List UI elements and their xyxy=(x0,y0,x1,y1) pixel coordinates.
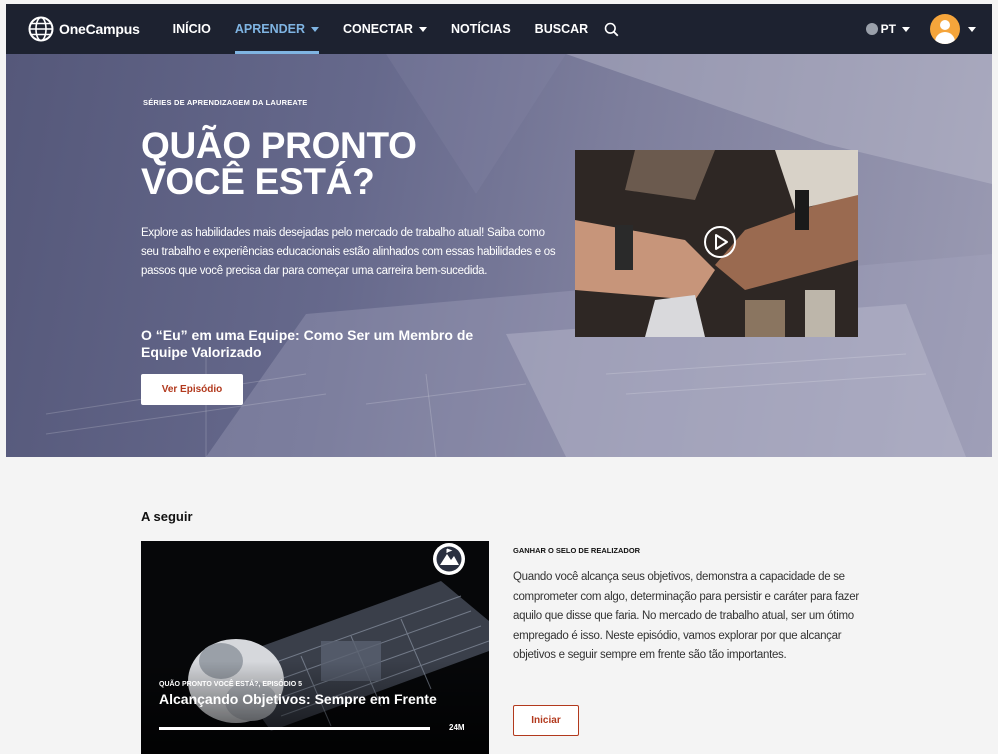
user-menu[interactable] xyxy=(930,14,976,44)
chevron-down-icon xyxy=(968,26,976,32)
nav-item-label: CONECTAR xyxy=(343,22,413,36)
chevron-down-icon xyxy=(418,26,427,32)
achiever-badge-icon xyxy=(433,543,465,575)
hero-description: Explore as habilidades mais desejadas pe… xyxy=(141,227,556,277)
language-label: PT xyxy=(880,22,896,36)
card-eyebrow: QUÃO PRONTO VOCÊ ESTÁ?, EPISÓDIO 5 xyxy=(159,681,303,688)
chevron-down-icon xyxy=(311,26,320,32)
watch-episode-button[interactable]: Ver Episódio xyxy=(141,374,243,405)
nav-item-inicio[interactable]: INÍCIO xyxy=(173,4,211,54)
section-title: A seguir xyxy=(141,509,193,524)
search-icon[interactable] xyxy=(604,22,619,37)
nav-item-label: INÍCIO xyxy=(172,22,211,36)
globe-icon xyxy=(865,23,878,35)
nav-menu: INÍCIO APRENDER CONECTAR NOTÍCIAS BUSCAR xyxy=(173,4,619,54)
progress-bar xyxy=(159,727,430,730)
start-button[interactable]: Iniciar xyxy=(513,705,579,736)
duration-label: 24M xyxy=(449,723,465,732)
nav-item-aprender[interactable]: APRENDER xyxy=(234,4,320,54)
card-title: Alcançando Objetivos: Sempre em Frente xyxy=(159,691,437,707)
hero-banner: SÉRIES DE APRENDIZAGEM DA LAUREATE QUÃO … xyxy=(6,54,992,457)
avatar xyxy=(930,14,960,44)
nav-item-noticias[interactable]: NOTÍCIAS xyxy=(451,4,511,54)
language-selector[interactable]: PT xyxy=(865,22,910,36)
hero-title: QUÃO PRONTO VOCÊ ESTÁ? xyxy=(141,125,417,202)
nav-item-buscar[interactable]: BUSCAR xyxy=(535,4,588,54)
top-nav: OneCampus INÍCIO APRENDER CONECTAR NOTÍC… xyxy=(6,4,992,54)
next-episode-card[interactable]: QUÃO PRONTO VOCÊ ESTÁ?, EPISÓDIO 5 Alcan… xyxy=(141,541,489,754)
hero-episode-title: O “Eu” em uma Equipe: Como Ser um Membro… xyxy=(141,327,474,360)
hero-video-thumbnail[interactable] xyxy=(575,150,858,337)
logo-text: OneCampus xyxy=(59,21,140,37)
nav-item-conectar[interactable]: CONECTAR xyxy=(343,4,427,54)
nav-right: PT xyxy=(865,4,976,54)
nav-item-label: NOTÍCIAS xyxy=(450,22,511,36)
nav-item-label: BUSCAR xyxy=(534,22,589,36)
nav-item-label: APRENDER xyxy=(234,22,306,36)
globe-icon xyxy=(28,16,54,42)
hero-eyebrow: SÉRIES DE APRENDIZAGEM DA LAUREATE xyxy=(143,98,308,107)
badge-eyebrow: GANHAR O SELO DE REALIZADOR xyxy=(513,546,641,555)
chevron-down-icon xyxy=(902,26,910,32)
onecampus-logo[interactable]: OneCampus xyxy=(28,4,140,54)
play-icon[interactable] xyxy=(703,225,737,259)
episode-description: Quando você alcança seus objetivos, demo… xyxy=(513,571,859,661)
